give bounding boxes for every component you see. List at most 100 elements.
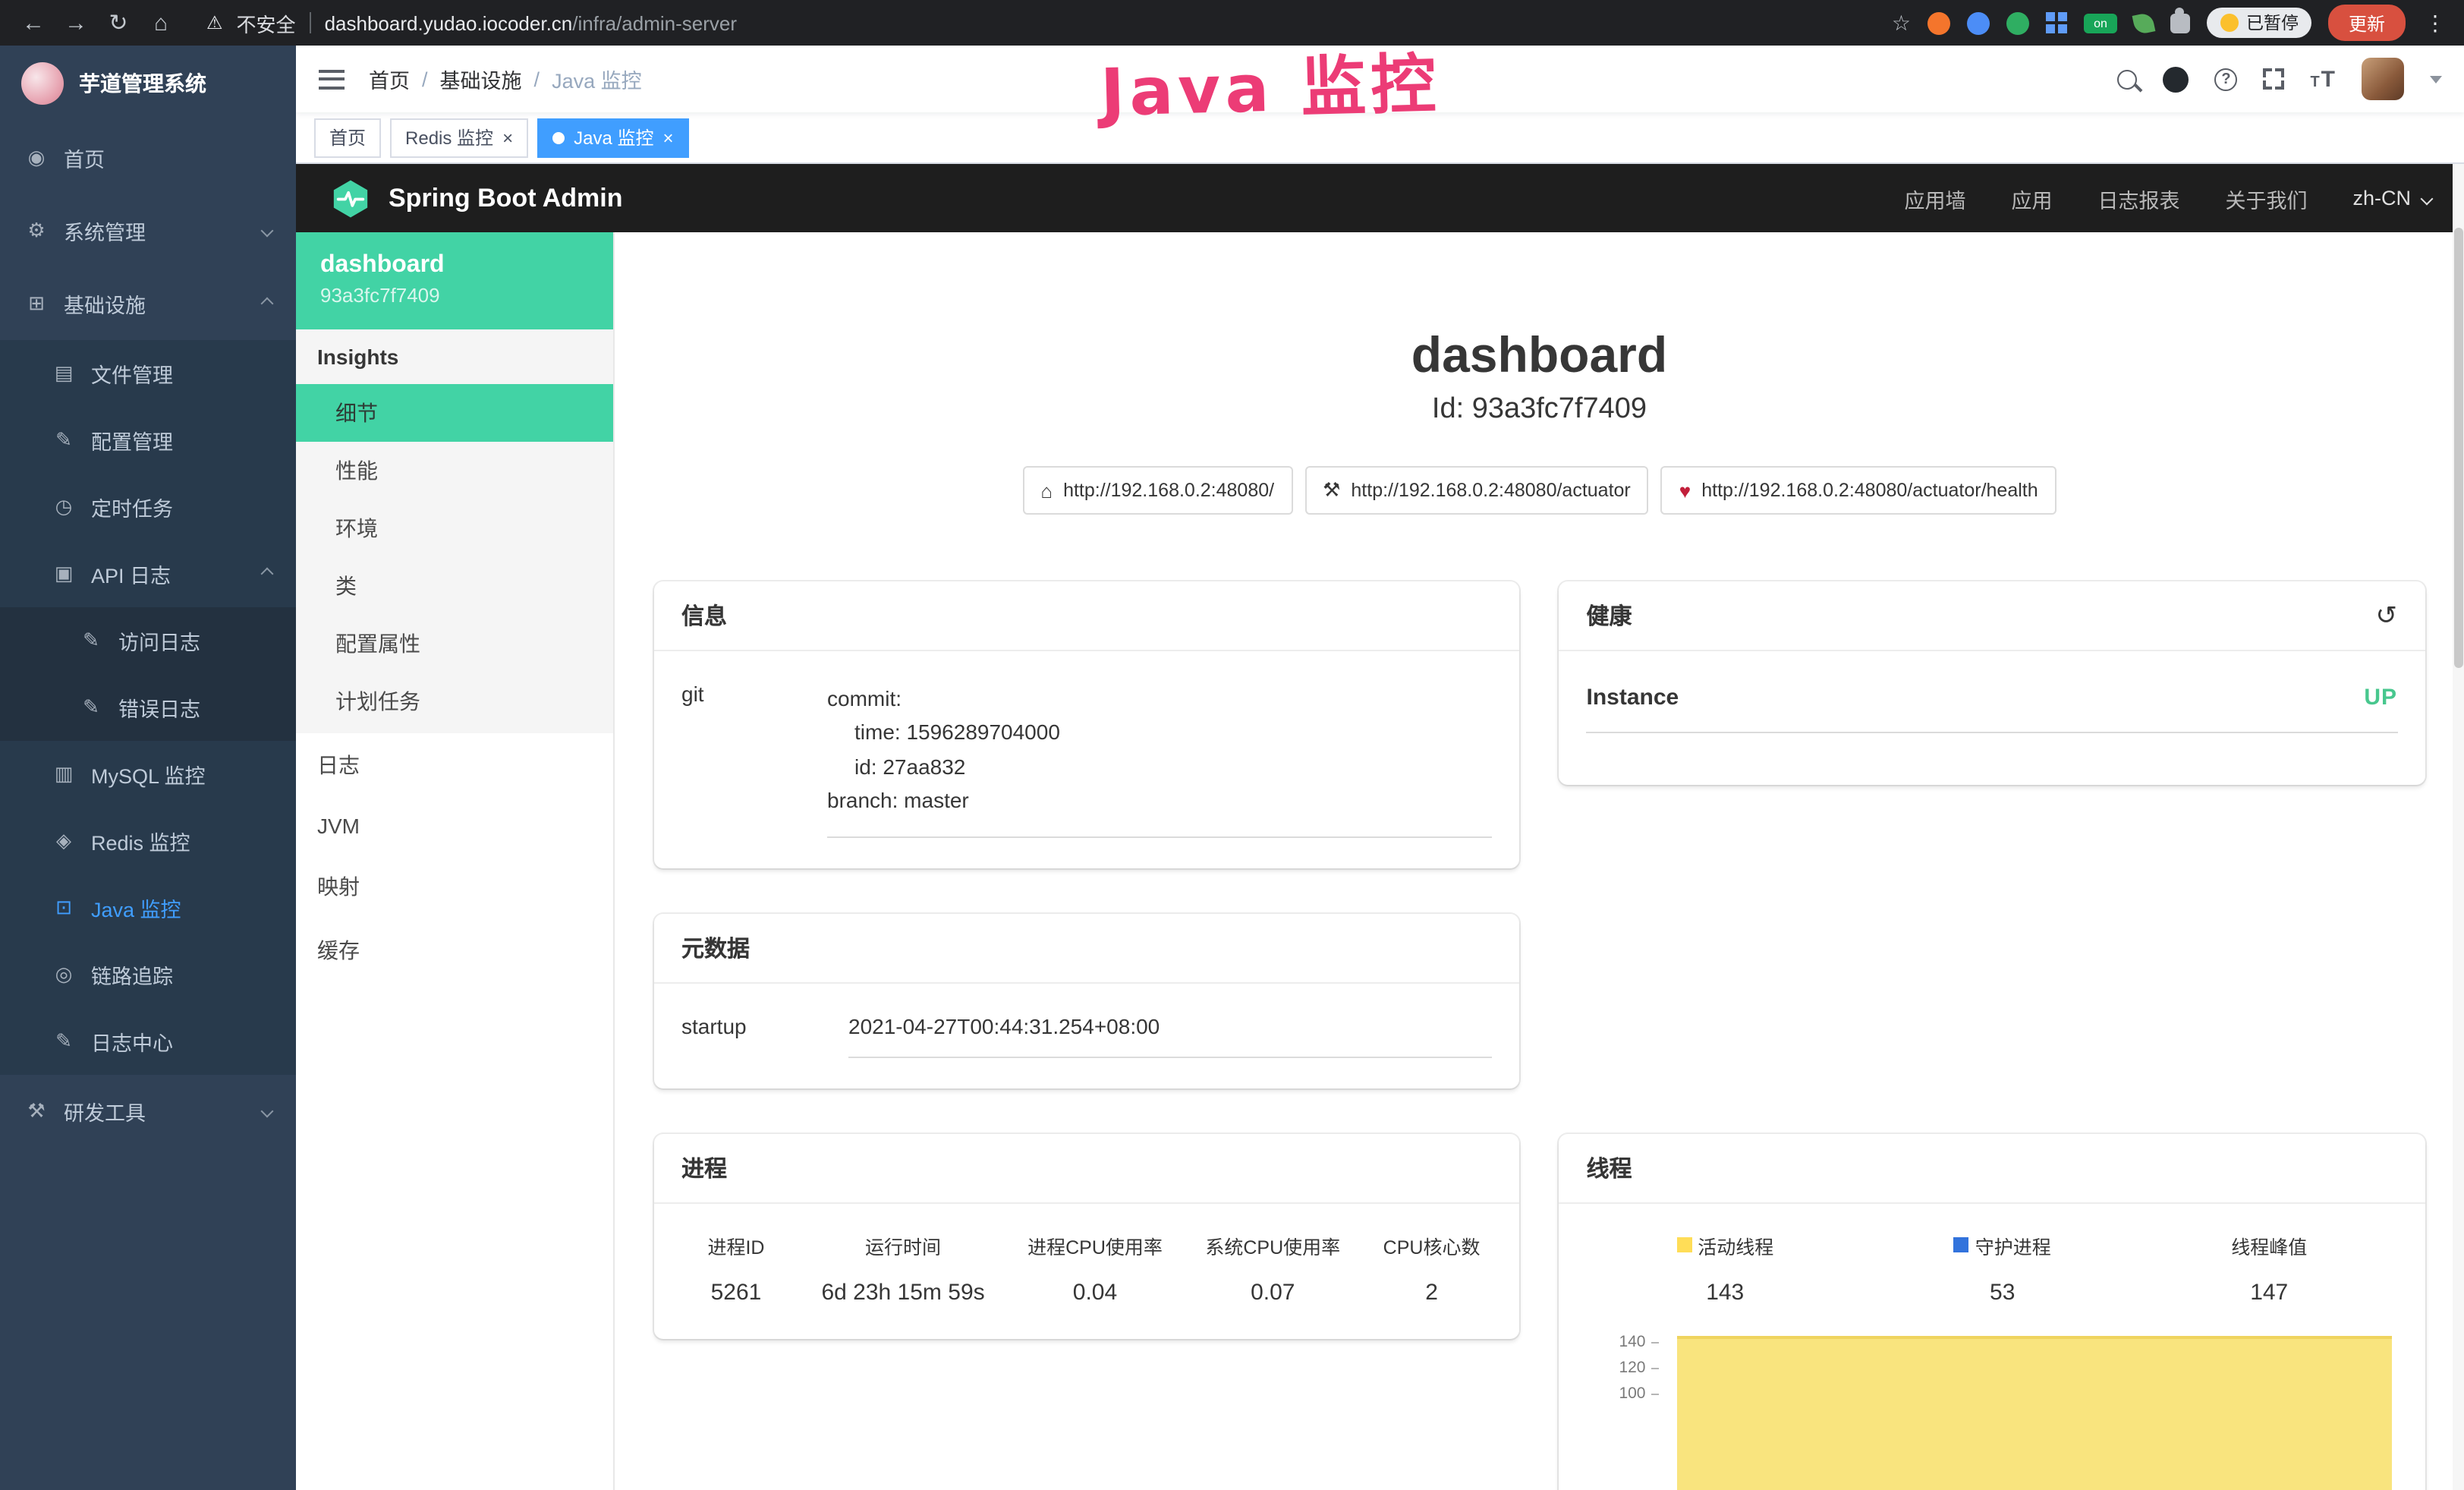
github-icon[interactable]: [2163, 66, 2189, 92]
avatar-caret-icon[interactable]: [2429, 75, 2441, 83]
spring-boot-admin-logo: [329, 177, 372, 219]
sidebar-item-system-management[interactable]: ⚙ 系统管理: [0, 194, 296, 267]
sidebar-item-log-center[interactable]: ✎ 日志中心: [0, 1008, 296, 1075]
extension-icon-leaf[interactable]: [2132, 11, 2156, 35]
home-icon: ⌂: [1040, 479, 1053, 502]
search-icon[interactable]: [2117, 69, 2137, 89]
sba-instance-header[interactable]: dashboard 93a3fc7f7409: [296, 232, 613, 329]
extension-icon-grid[interactable]: [2046, 12, 2067, 33]
api-logs-submenu: ✎ 访问日志 ✎ 错误日志: [0, 607, 296, 741]
bookmark-star-icon[interactable]: ☆: [1892, 10, 1911, 36]
url-text[interactable]: dashboard.yudao.iocoder.cn/infra/admin-s…: [325, 11, 737, 34]
tab-home[interactable]: 首页: [314, 118, 381, 157]
trace-icon: ◎: [52, 962, 76, 987]
instance-links: ⌂ http://192.168.0.2:48080/ ⚒ http://192…: [654, 466, 2425, 515]
browser-forward-button[interactable]: →: [58, 10, 94, 36]
sidebar-item-error-logs[interactable]: ✎ 错误日志: [0, 674, 296, 741]
sidebar-item-infrastructure[interactable]: ⊞ 基础设施: [0, 267, 296, 340]
extension-icon-green[interactable]: [2006, 11, 2029, 34]
scrollbar-thumb[interactable]: [2453, 228, 2462, 668]
sidebar-item-redis-monitor[interactable]: ◈ Redis 监控: [0, 808, 296, 874]
sba-item-config-props[interactable]: 配置属性: [296, 615, 613, 673]
chevron-down-icon: [261, 225, 274, 238]
sba-item-mappings[interactable]: 映射: [296, 855, 613, 918]
sidebar-item-mysql-monitor[interactable]: ▥ MySQL 监控: [0, 741, 296, 808]
browser-menu-icon[interactable]: ⋮: [2422, 10, 2449, 36]
sidebar-toggle-icon[interactable]: [319, 69, 345, 89]
browser-home-button[interactable]: ⌂: [143, 10, 179, 36]
chrome-update-button[interactable]: 更新: [2329, 5, 2405, 41]
browser-chrome: ← → ↻ ⌂ ⚠ 不安全 dashboard.yudao.iocoder.cn…: [0, 0, 2464, 46]
sidebar-item-trace[interactable]: ◎ 链路追踪: [0, 941, 296, 1008]
breadcrumb: 首页 / 基础设施 / Java 监控: [369, 64, 642, 94]
wrench-icon: ⚒: [1323, 478, 1340, 502]
extensions-puzzle-icon[interactable]: [2170, 13, 2190, 33]
font-size-icon[interactable]: TT: [2310, 68, 2335, 90]
health-url-link[interactable]: ♥ http://192.168.0.2:48080/actuator/heal…: [1661, 466, 2056, 515]
log-center-icon: ✎: [52, 1029, 76, 1054]
sba-item-logs[interactable]: 日志: [296, 733, 613, 797]
sba-item-environment[interactable]: 环境: [296, 499, 613, 557]
browser-back-button[interactable]: ←: [15, 10, 52, 36]
sba-item-classes[interactable]: 类: [296, 557, 613, 615]
sidebar-item-file-management[interactable]: ▤ 文件管理: [0, 340, 296, 407]
sba-item-details[interactable]: 细节: [296, 384, 613, 442]
security-label[interactable]: 不安全: [237, 8, 296, 37]
breadcrumb-infrastructure[interactable]: 基础设施: [440, 64, 522, 94]
instance-url-link[interactable]: ⌂ http://192.168.0.2:48080/: [1022, 466, 1292, 515]
sba-item-caches[interactable]: 缓存: [296, 918, 613, 982]
sba-item-jvm[interactable]: JVM: [296, 797, 613, 855]
info-value: commit: time: 1596289704000 id: 27aa832 …: [827, 669, 1493, 837]
extension-icon-orange[interactable]: [1927, 11, 1950, 34]
profile-paused-badge[interactable]: 已暂停: [2207, 8, 2312, 38]
spring-boot-admin: Spring Boot Admin 应用墙 应用 日志报表 关于我们 zh-CN…: [296, 164, 2464, 1490]
actuator-url-link[interactable]: ⚒ http://192.168.0.2:48080/actuator: [1304, 466, 1649, 515]
tab-java-monitor[interactable]: Java 监控 ×: [537, 118, 688, 157]
history-icon[interactable]: ↺: [2376, 600, 2398, 631]
help-icon[interactable]: ?: [2214, 68, 2237, 90]
sba-nav-journal[interactable]: 日志报表: [2097, 183, 2179, 213]
sba-language-select[interactable]: zh-CN: [2352, 187, 2431, 209]
sba-nav-applications[interactable]: 应用: [2011, 183, 2052, 213]
sba-item-scheduled-tasks[interactable]: 计划任务: [296, 673, 613, 730]
metadata-key: startup: [681, 1001, 833, 1057]
chevron-down-icon: [261, 1105, 274, 1118]
sba-brand-title[interactable]: Spring Boot Admin: [389, 183, 623, 213]
sba-nav-about[interactable]: 关于我们: [2225, 183, 2307, 213]
paused-emoji-icon: [2220, 14, 2239, 32]
sba-nav-wallboard[interactable]: 应用墙: [1904, 183, 1965, 213]
metadata-value: 2021-04-27T00:44:31.254+08:00: [848, 1001, 1493, 1057]
app-logo-row[interactable]: 芋道管理系统: [0, 46, 296, 121]
browser-reload-button[interactable]: ↻: [100, 9, 137, 36]
screen: ← → ↻ ⌂ ⚠ 不安全 dashboard.yudao.iocoder.cn…: [0, 0, 2464, 1490]
sidebar-item-dev-tools[interactable]: ⚒ 研发工具: [0, 1075, 296, 1148]
close-icon[interactable]: ×: [662, 128, 673, 146]
process-col-cpus: CPU核心数 2: [1383, 1230, 1481, 1305]
legend-peak-threads: 线程峰值 147: [2231, 1230, 2307, 1305]
sidebar-item-api-logs[interactable]: ▣ API 日志: [0, 540, 296, 607]
tools-icon: ⚒: [24, 1099, 49, 1123]
card-metadata-header: 元数据: [654, 913, 1520, 983]
sidebar-item-java-monitor[interactable]: ⊡ Java 监控: [0, 874, 296, 941]
tab-redis-monitor[interactable]: Redis 监控 ×: [390, 118, 528, 157]
sidebar-item-home[interactable]: ◉ 首页: [0, 121, 296, 194]
error-log-icon: ✎: [79, 695, 103, 720]
user-avatar[interactable]: [2361, 58, 2403, 100]
sba-navbar: Spring Boot Admin 应用墙 应用 日志报表 关于我们 zh-CN: [296, 164, 2464, 232]
close-icon[interactable]: ×: [502, 128, 513, 146]
page-scrollbar[interactable]: [2452, 164, 2464, 1490]
legend-swatch-yellow: [1676, 1237, 1691, 1252]
extension-icon-on-toggle[interactable]: on: [2084, 13, 2117, 33]
sidebar-item-config-management[interactable]: ✎ 配置管理: [0, 407, 296, 474]
extension-icon-blue[interactable]: [1967, 11, 1990, 34]
address-bar[interactable]: ⚠ 不安全 dashboard.yudao.iocoder.cn/infra/a…: [206, 8, 1886, 37]
sba-item-metrics[interactable]: 性能: [296, 442, 613, 499]
sba-nav-menu: 应用墙 应用 日志报表 关于我们 zh-CN: [1904, 183, 2431, 213]
fullscreen-icon[interactable]: [2263, 68, 2284, 90]
breadcrumb-current: Java 监控: [552, 64, 642, 94]
breadcrumb-home[interactable]: 首页: [369, 64, 410, 94]
sidebar-item-scheduled-tasks[interactable]: ◷ 定时任务: [0, 474, 296, 540]
sidebar-item-access-logs[interactable]: ✎ 访问日志: [0, 607, 296, 674]
app-sidebar: 芋道管理系统 ◉ 首页 ⚙ 系统管理 ⊞ 基础设施 ▤ 文件管理: [0, 46, 296, 1490]
process-col-system-cpu: 系统CPU使用率 0.07: [1205, 1230, 1340, 1305]
